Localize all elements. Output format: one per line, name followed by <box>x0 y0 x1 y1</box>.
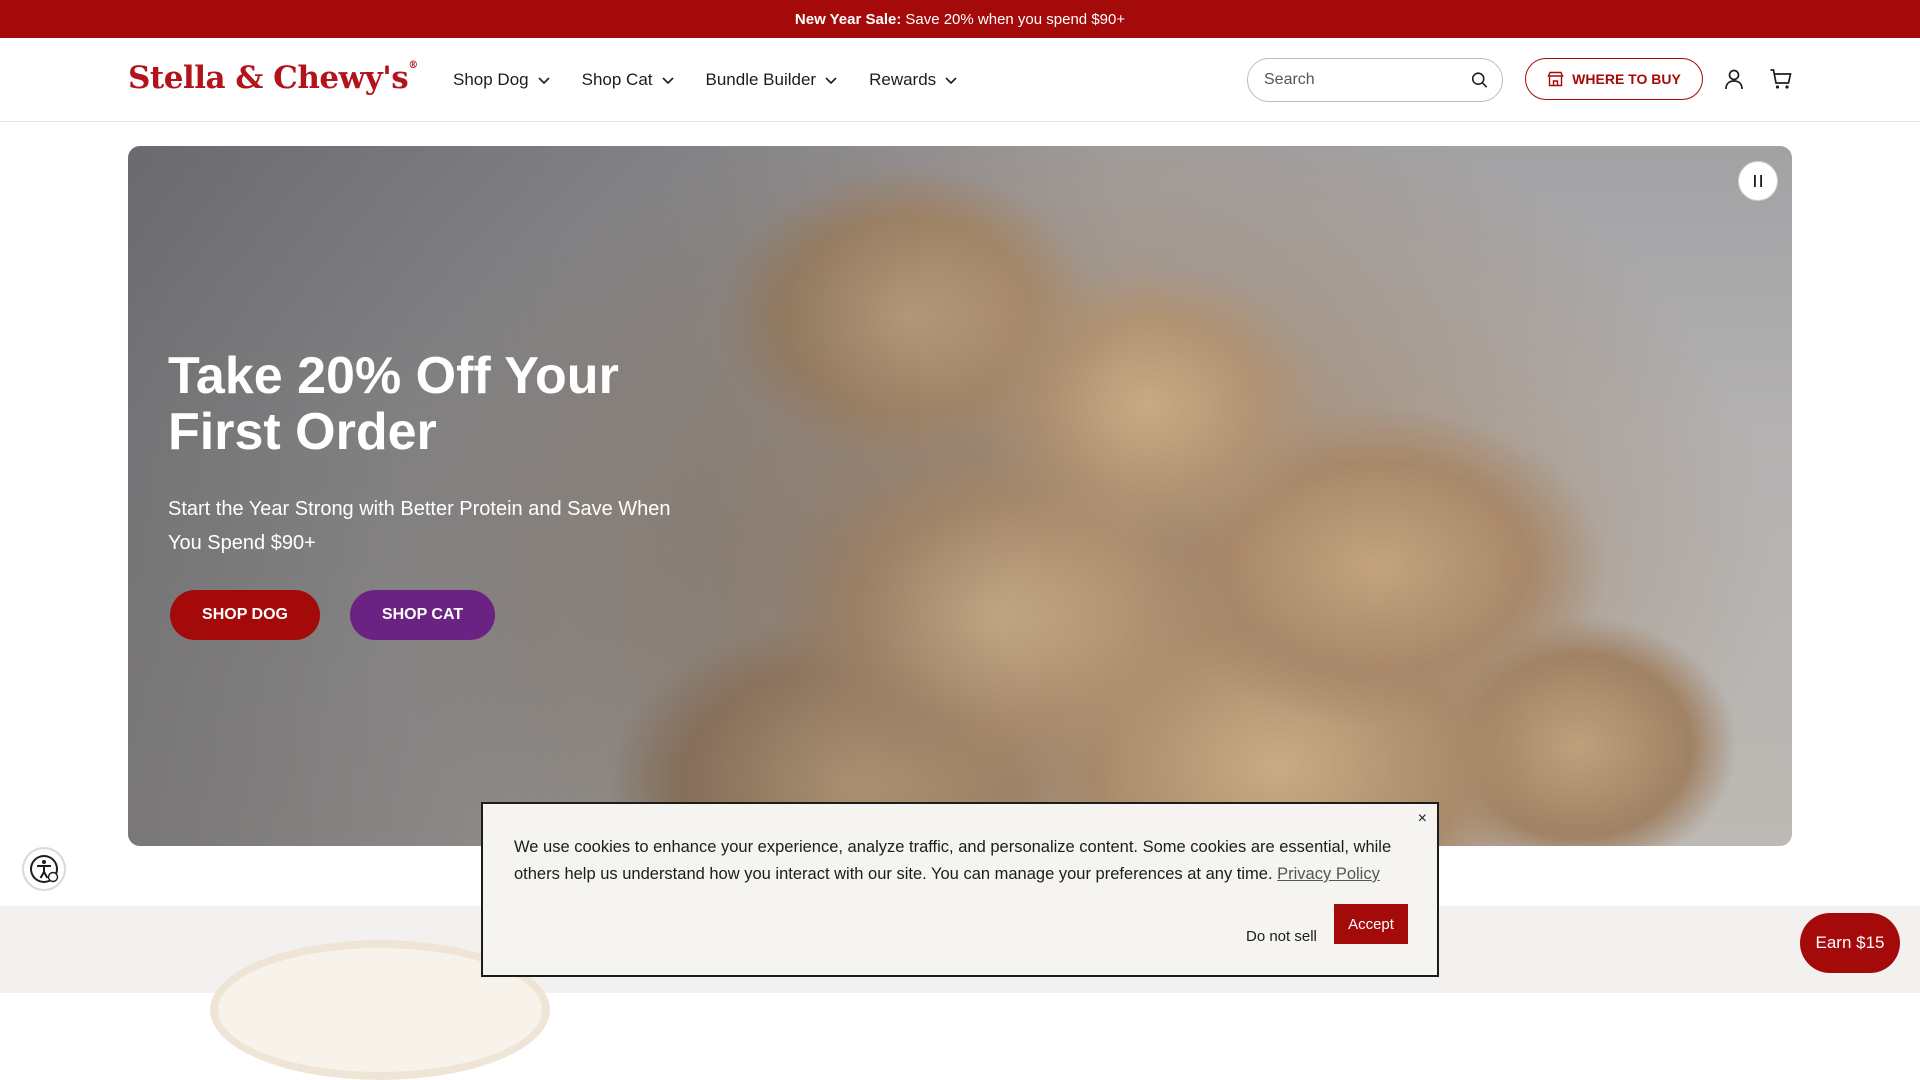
earn-rewards-button[interactable]: Earn $15 <box>1800 913 1900 973</box>
brand-logo[interactable]: Stella & Chewy's® <box>128 60 418 96</box>
pause-slideshow-button[interactable] <box>1738 161 1778 201</box>
nav-shop-cat-label: Shop Cat <box>581 70 653 89</box>
privacy-policy-link[interactable]: Privacy Policy <box>1277 865 1380 883</box>
accept-cookies-button[interactable]: Accept <box>1334 904 1408 944</box>
nav-bundle-builder[interactable]: Bundle Builder <box>706 70 839 90</box>
search-icon[interactable] <box>1471 70 1488 90</box>
search-input[interactable] <box>1264 71 1471 89</box>
where-to-buy-button[interactable]: WHERE TO BUY <box>1525 58 1703 100</box>
shop-cat-button[interactable]: SHOP CAT <box>350 590 495 640</box>
logo-mark: ® <box>408 60 418 71</box>
hero-subtitle: Start the Year Strong with Better Protei… <box>168 498 671 554</box>
announcement-bar: New Year Sale: Save 20% when you spend $… <box>0 0 1920 38</box>
accessibility-icon <box>30 855 59 883</box>
chevron-down-icon <box>661 77 674 85</box>
accessibility-button[interactable] <box>24 849 64 889</box>
announcement-bold: New Year Sale: <box>794 10 902 28</box>
cart-icon[interactable] <box>1769 67 1793 91</box>
store-icon <box>1547 71 1564 87</box>
nav-rewards[interactable]: Rewards <box>869 70 958 90</box>
do-not-sell-button[interactable]: Do not sell <box>1246 916 1317 956</box>
logo-text: Stella & Chewy's <box>128 60 409 96</box>
cookie-message-text: We use cookies to enhance your experienc… <box>514 838 1392 883</box>
nav-rewards-label: Rewards <box>869 70 937 89</box>
shop-dog-button[interactable]: SHOP DOG <box>170 590 320 640</box>
nav-bundle-builder-label: Bundle Builder <box>705 70 817 89</box>
nav-shop-cat[interactable]: Shop Cat <box>582 70 675 90</box>
cookie-banner: × We use cookies to enhance your experie… <box>481 802 1439 977</box>
main-nav: Shop Dog Shop Cat Bundle Builder Rewards <box>453 38 958 122</box>
close-icon[interactable]: × <box>1418 810 1427 828</box>
nav-shop-dog-label: Shop Dog <box>453 70 529 89</box>
announcement-text: Save 20% when you spend $90+ <box>905 10 1126 28</box>
site-header: Stella & Chewy's® Shop Dog Shop Cat Bund… <box>0 38 1920 122</box>
chevron-down-icon <box>538 77 550 85</box>
hero-title: Take 20% Off Your First Order <box>168 347 619 461</box>
chevron-down-icon <box>825 77 837 85</box>
pause-icon <box>1754 175 1762 187</box>
chevron-down-icon <box>945 77 957 85</box>
nav-shop-dog[interactable]: Shop Dog <box>453 70 551 90</box>
where-to-buy-label: WHERE TO BUY <box>1572 71 1681 87</box>
search-box <box>1247 58 1503 102</box>
hero-banner: Take 20% Off Your First Order Start the … <box>128 146 1792 846</box>
account-icon[interactable] <box>1723 68 1745 90</box>
cookie-message: We use cookies to enhance your experienc… <box>514 834 1394 888</box>
